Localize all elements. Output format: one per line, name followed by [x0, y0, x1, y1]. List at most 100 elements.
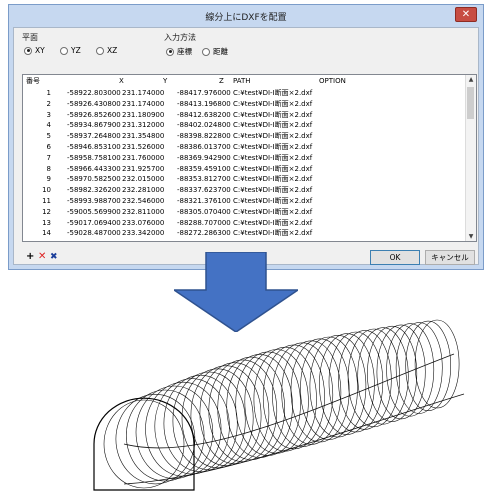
table-row[interactable]: 3 -58926.852600 231.180900 -88412.638200 C:¥… [23, 110, 468, 121]
radio-selected-icon [24, 46, 32, 55]
section-outline [217, 356, 285, 461]
cell-number: 9 [46, 175, 51, 184]
table-row[interactable]: 4 -58934.867900 231.312000 -88402.024800 C:¥… [23, 120, 468, 131]
table-row[interactable]: 13 -59017.069400 233.076000 -88288.707000 C:… [23, 218, 468, 229]
cell-x: -58937.264800 [67, 132, 121, 141]
cell-y: 231.312000 [122, 121, 165, 130]
table-row[interactable]: 6 -58946.853100 231.526000 -88386.013700 C:¥… [23, 142, 468, 153]
clear-all-icon[interactable]: ✖ [50, 252, 58, 262]
radio-unselected-icon [60, 46, 68, 55]
input-coordinate-label: 座標 [177, 47, 192, 56]
dialog-client-area: 平面 XY YZ XZ 入力方法 座標 距離 番号 X Y Z PATH OPT… [13, 27, 479, 265]
section-outline [172, 371, 246, 471]
header-option[interactable]: OPTION [319, 76, 346, 87]
table-row[interactable]: 10 -58982.326200 232.281000 -88337.623700 C:… [23, 185, 468, 196]
cell-y: 232.546000 [122, 197, 165, 205]
cell-y: 232.281000 [122, 186, 165, 195]
cell-y: 231.526000 [122, 143, 165, 151]
cell-x: -58926.430800 [67, 99, 121, 108]
cell-z: -88359.459100 [177, 164, 231, 173]
cell-z: -88353.812700 [177, 175, 231, 184]
cell-z: -88386.013700 [177, 143, 231, 151]
cell-path: C:¥test¥DI-I断面×2.dxf [233, 186, 313, 195]
table-row[interactable]: 2 -58926.430800 231.174000 -88413.196800 C:¥… [23, 99, 468, 110]
delete-icon[interactable]: ✕ [38, 252, 46, 262]
cell-y: 231.174000 [122, 99, 165, 108]
dialog-window: 線分上にDXFを配置 ✕ 平面 XY YZ XZ 入力方法 座標 距離 番号 X… [8, 4, 484, 270]
section-outline [190, 365, 262, 466]
radio-selected-icon [166, 47, 174, 56]
header-number[interactable]: 番号 [26, 76, 40, 87]
header-z[interactable]: Z [219, 76, 224, 87]
cell-number: 12 [42, 207, 51, 216]
cell-path: C:¥test¥DI-I断面×2.dxf [233, 121, 313, 130]
cell-z: -88369.942900 [177, 153, 231, 162]
cell-z: -88417.976000 [177, 89, 231, 97]
cell-path: C:¥test¥DI-I断面×2.dxf [233, 164, 313, 173]
plane-yz-radio[interactable]: YZ [60, 46, 81, 55]
radio-unselected-icon [96, 46, 104, 55]
table-row[interactable]: 7 -58958.758100 231.760000 -88369.942900 C:¥… [23, 153, 468, 164]
cell-y: 232.811000 [122, 207, 165, 216]
section-outline [386, 323, 435, 417]
coordinate-list[interactable]: 番号 X Y Z PATH OPTION 1 -58922.803000 231.1… [22, 74, 477, 242]
scroll-down-icon[interactable]: ▼ [467, 233, 475, 240]
cell-path: C:¥test¥DI-I断面×2.dxf [233, 175, 313, 184]
header-y[interactable]: Y [163, 76, 167, 87]
section-outline [405, 320, 452, 412]
wireframe-tunnel-model [93, 319, 465, 491]
plane-xy-label: XY [35, 46, 45, 55]
table-row[interactable]: 5 -58937.264800 231.354800 -88398.822800 C:¥… [23, 131, 468, 142]
input-method-group-label: 入力方法 [164, 33, 196, 42]
table-row[interactable]: 9 -58970.582500 232.015000 -88353.812700 C:¥… [23, 174, 468, 185]
cell-path: C:¥test¥DI-I断面×2.dxf [233, 110, 313, 119]
vertical-scrollbar[interactable]: ▲ ▼ [465, 75, 476, 241]
cell-x: -58958.758100 [67, 153, 121, 162]
close-button[interactable]: ✕ [455, 7, 477, 22]
cell-z: -88402.024800 [177, 121, 231, 130]
scroll-thumb[interactable] [467, 87, 474, 119]
cell-y: 231.354800 [122, 132, 165, 141]
cell-x: -58926.852600 [67, 110, 121, 119]
cell-number: 1 [46, 89, 51, 97]
header-x[interactable]: X [119, 76, 124, 87]
header-path[interactable]: PATH [233, 76, 251, 87]
plane-xz-label: XZ [107, 46, 118, 55]
table-row[interactable]: 14 -59028.487000 233.342000 -88272.286300 C:… [23, 228, 468, 239]
section-outline [145, 381, 222, 477]
cell-y: 231.760000 [122, 153, 165, 162]
title-bar[interactable]: 線分上にDXFを配置 ✕ [9, 5, 483, 27]
cell-number: 4 [46, 121, 51, 130]
cell-number: 7 [46, 153, 51, 162]
cell-path: C:¥test¥DI-I断面×2.dxf [233, 229, 313, 238]
cell-y: 231.180900 [122, 110, 165, 119]
table-row[interactable]: 1 -58922.803000 231.174000 -88417.976000 C:¥… [23, 88, 468, 99]
section-outline [414, 319, 460, 409]
scroll-up-icon[interactable]: ▲ [467, 76, 475, 83]
table-row[interactable]: 12 -59005.569900 232.811000 -88305.070400 C:… [23, 207, 468, 218]
cell-x: -58970.582500 [67, 175, 121, 184]
cell-number: 2 [46, 99, 51, 108]
table-row[interactable]: 11 -58993.988700 232.546000 -88321.376100 C:… [23, 196, 468, 207]
cell-x: -58966.443300 [67, 164, 121, 173]
cell-x: -58934.867900 [67, 121, 121, 130]
list-header: 番号 X Y Z PATH OPTION [23, 76, 468, 87]
cell-z: -88305.070400 [177, 207, 231, 216]
cell-z: -88413.196800 [177, 99, 231, 108]
window-title: 線分上にDXFを配置 [205, 13, 287, 23]
add-icon[interactable]: + [26, 252, 34, 262]
cell-number: 6 [46, 143, 51, 151]
cell-z: -88412.638200 [177, 110, 231, 119]
cell-z: -88321.376100 [177, 197, 231, 205]
cell-number: 5 [46, 132, 51, 141]
cell-path: C:¥test¥DI-I断面×2.dxf [233, 153, 313, 162]
plane-xy-radio[interactable]: XY [24, 46, 45, 55]
ok-button[interactable]: OK [370, 250, 420, 265]
cancel-button[interactable]: キャンセル [425, 250, 475, 265]
section-outline [154, 378, 230, 475]
input-coordinate-radio[interactable]: 座標 [166, 46, 192, 57]
section-outline [208, 359, 278, 463]
table-row[interactable]: 8 -58966.443300 231.925700 -88359.459100 C:¥… [23, 164, 468, 175]
plane-xz-radio[interactable]: XZ [96, 46, 117, 55]
input-distance-radio[interactable]: 距離 [202, 46, 228, 57]
